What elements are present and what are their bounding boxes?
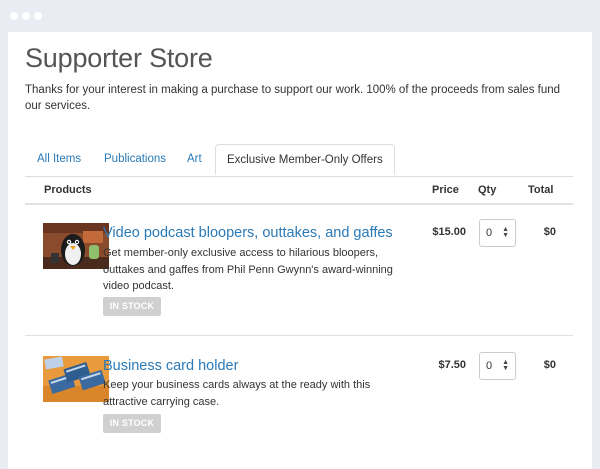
qty-column-header: Qty — [478, 184, 497, 196]
quantity-select[interactable]: 0 ▲ ▼ — [479, 352, 516, 380]
browser-window: Supporter Store Thanks for your interest… — [0, 0, 600, 469]
product-total: $0 — [543, 359, 556, 371]
price-column-header: Price — [432, 184, 459, 196]
stepper-arrows-icon: ▲ ▼ — [502, 226, 509, 239]
product-name-link[interactable]: Business card holder — [103, 358, 238, 374]
page-title: Supporter Store — [25, 43, 213, 73]
tab-all-items[interactable]: All Items — [37, 144, 81, 175]
tab-art[interactable]: Art — [187, 144, 202, 175]
total-column-header: Total — [528, 184, 554, 196]
window-dot-2[interactable] — [22, 12, 30, 20]
product-description: Keep your business cards always at the r… — [103, 379, 371, 408]
tab-publications[interactable]: Publications — [104, 144, 166, 175]
product-image-penguin[interactable] — [43, 223, 109, 269]
product-price: $15.00 — [432, 226, 466, 238]
stepper-arrows-icon: ▲ ▼ — [502, 359, 509, 372]
category-tabs: All Items Publications Art Exclusive Mem… — [25, 144, 573, 177]
products-column-header: Products — [44, 184, 92, 196]
quantity-value: 0 — [486, 227, 493, 239]
product-total: $0 — [543, 226, 556, 238]
product-name-link[interactable]: Video podcast bloopers, outtakes, and ga… — [103, 225, 393, 241]
table-header-divider — [25, 203, 573, 205]
in-stock-badge: IN STOCK — [103, 297, 161, 316]
quantity-value: 0 — [486, 360, 493, 372]
window-titlebar — [0, 0, 600, 32]
row-divider — [25, 335, 573, 336]
intro-text: Thanks for your interest in making a pur… — [25, 84, 561, 112]
product-description: Get member-only exclusive access to hila… — [103, 247, 393, 292]
window-dot-1[interactable] — [10, 12, 18, 20]
in-stock-badge: IN STOCK — [103, 414, 161, 433]
tab-exclusive-member-offers[interactable]: Exclusive Member-Only Offers — [215, 144, 395, 175]
product-image-business-cards[interactable] — [43, 356, 109, 402]
quantity-select[interactable]: 0 ▲ ▼ — [479, 219, 516, 247]
product-price: $7.50 — [438, 359, 466, 371]
store-page: Supporter Store Thanks for your interest… — [8, 32, 592, 469]
window-dot-3[interactable] — [34, 12, 42, 20]
